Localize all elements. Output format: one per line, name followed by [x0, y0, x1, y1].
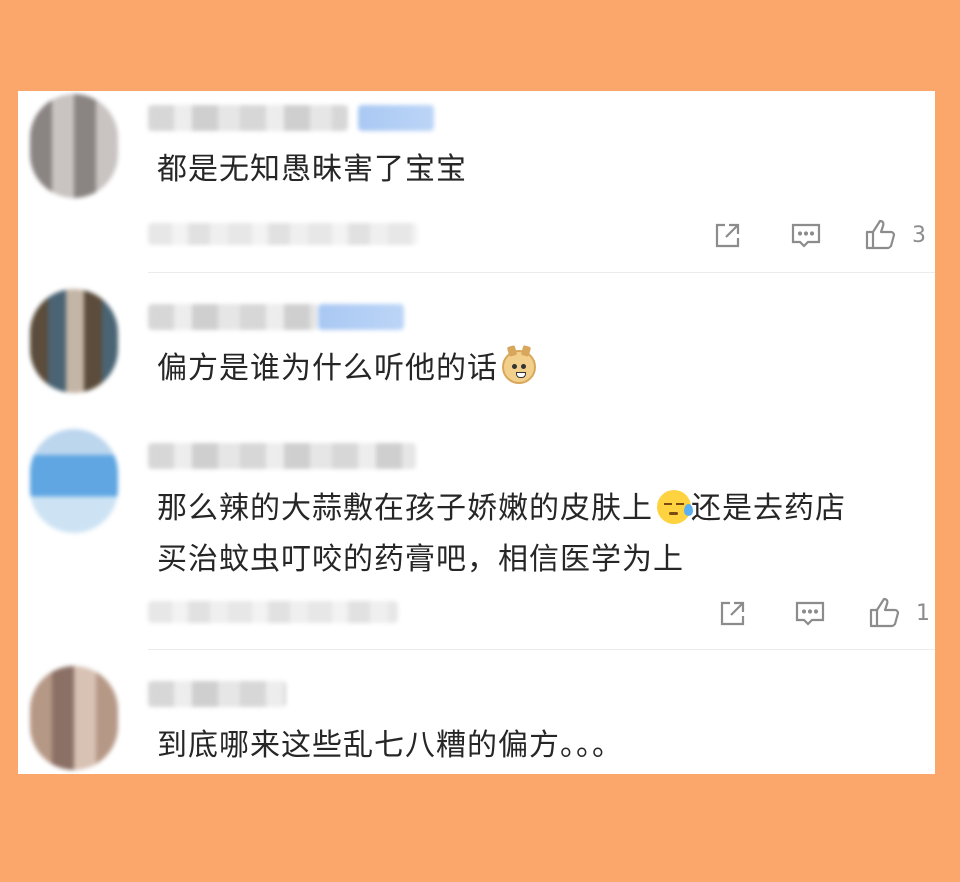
- comment-text-content: 还是去药店: [691, 491, 846, 526]
- avatar[interactable]: [30, 666, 118, 770]
- comment-icon[interactable]: [792, 595, 828, 631]
- comment-list: 都是无知愚昧害了宝宝 3 偏方是谁为什么听他的话 那么辣的大蒜敷在孩子娇嫩的皮肤…: [18, 91, 935, 774]
- share-icon[interactable]: [715, 595, 751, 631]
- comment-text-line-2: 买治蚊虫叮咬的药膏吧，相信医学为上: [157, 542, 684, 577]
- user-badge-blurred: [318, 304, 404, 330]
- share-icon[interactable]: [710, 217, 746, 253]
- divider: [148, 272, 935, 273]
- avatar[interactable]: [30, 94, 118, 198]
- username-blurred[interactable]: [148, 105, 348, 131]
- comment-text-line-1: 那么辣的大蒜敷在孩子娇嫩的皮肤上 还是去药店: [157, 486, 846, 532]
- divider: [148, 649, 935, 650]
- comment-meta-blurred: [148, 223, 418, 245]
- username-blurred[interactable]: [148, 681, 286, 707]
- comment-text: 到底哪来这些乱七八糟的偏方。。。: [157, 728, 623, 763]
- user-badge-blurred: [358, 105, 434, 131]
- like-count: 1: [916, 601, 930, 626]
- username-blurred[interactable]: [148, 443, 416, 469]
- comment-icon[interactable]: [788, 217, 824, 253]
- avatar[interactable]: [30, 289, 118, 393]
- comment-text-content: 那么辣的大蒜敷在孩子娇嫩的皮肤上: [157, 491, 653, 526]
- comment-meta-blurred: [148, 601, 398, 623]
- doge-emoji: [502, 350, 536, 384]
- sweat-emoji: [657, 490, 693, 524]
- like-count: 3: [912, 223, 926, 248]
- thumbs-up-icon[interactable]: [866, 595, 902, 631]
- username-blurred[interactable]: [148, 304, 318, 330]
- comment-text: 都是无知愚昧害了宝宝: [157, 152, 467, 187]
- thumbs-up-icon[interactable]: [862, 217, 898, 253]
- comment-text: 偏方是谁为什么听他的话: [157, 346, 536, 392]
- comment-text-content: 偏方是谁为什么听他的话: [157, 351, 498, 386]
- avatar[interactable]: [30, 429, 118, 533]
